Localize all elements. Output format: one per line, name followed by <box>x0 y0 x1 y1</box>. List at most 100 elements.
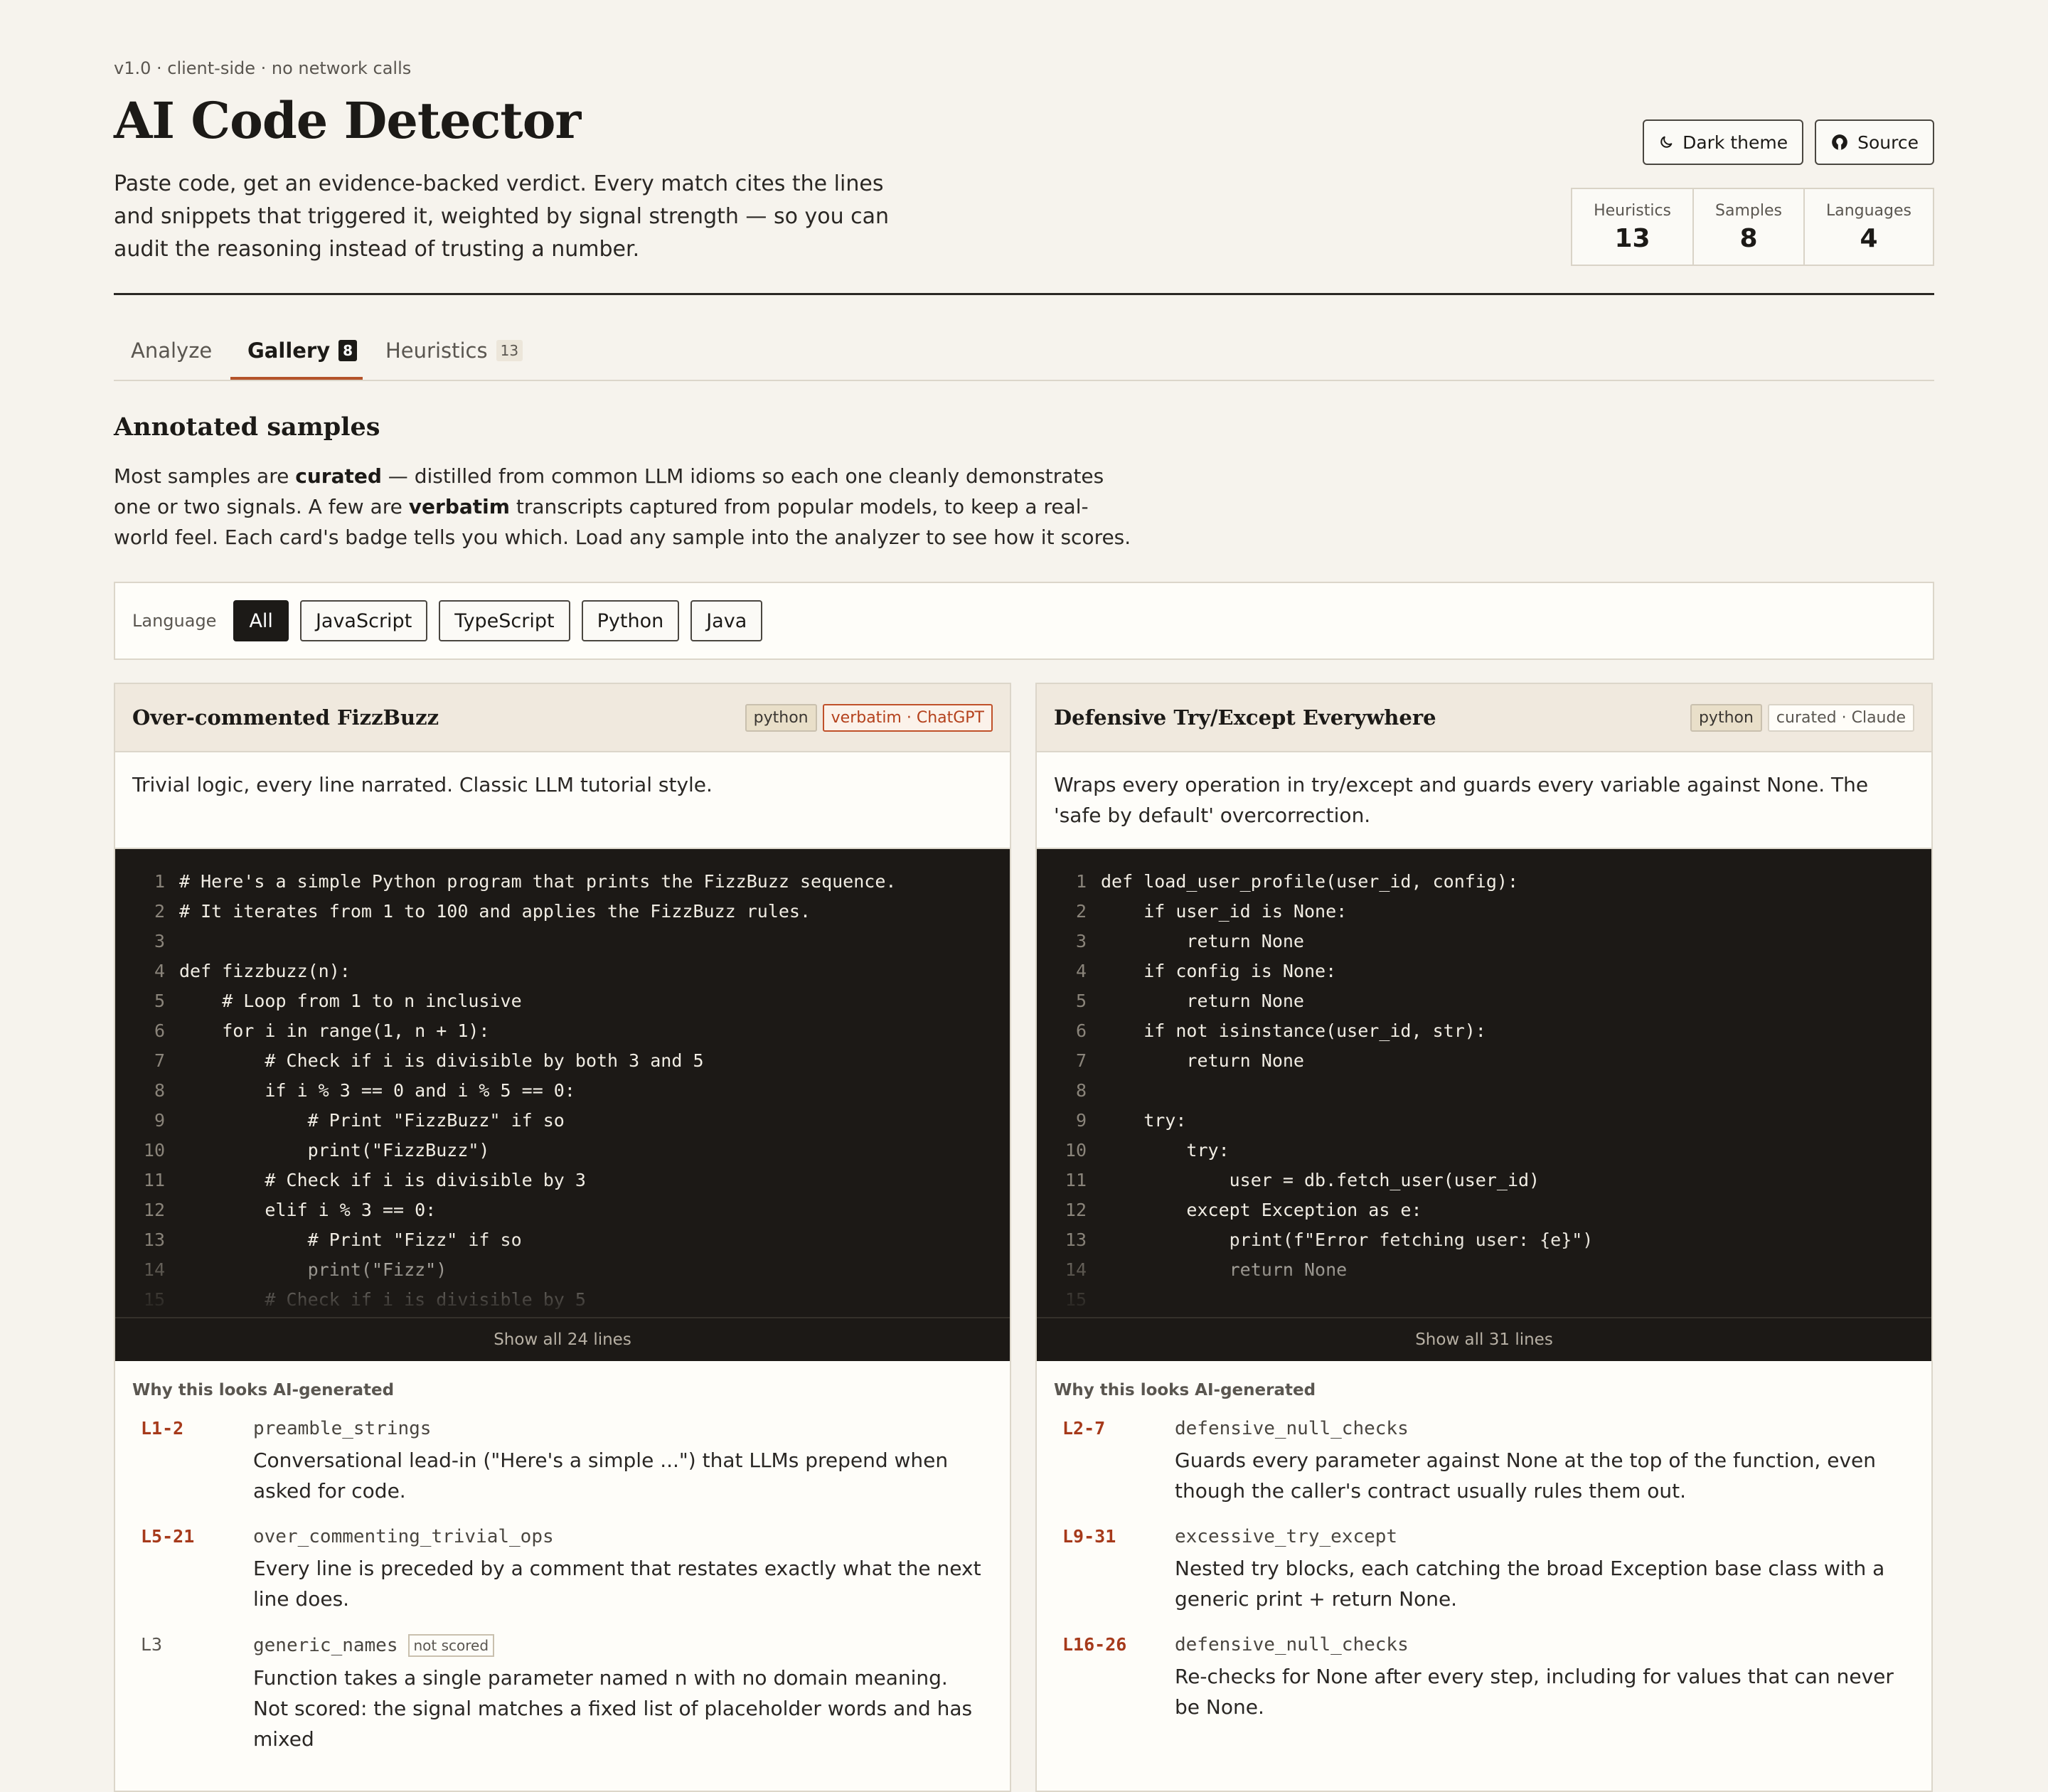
section-description: Most samples are curated — distilled fro… <box>114 461 1138 553</box>
code-line: 2 if user_id is None: <box>1037 896 1931 926</box>
line-number: 4 <box>1075 960 1087 981</box>
stat-value: 13 <box>1614 224 1650 253</box>
line-number: 7 <box>1075 1050 1087 1071</box>
code-line: 9 try: <box>1037 1105 1931 1135</box>
filter-chip-java[interactable]: Java <box>690 600 763 641</box>
language-filter-label: Language <box>132 611 217 631</box>
tab-heuristics[interactable]: Heuristics 13 <box>385 338 523 363</box>
code-line: 10 print("FizzBuzz") <box>115 1135 1010 1165</box>
code-text: print("FizzBuzz") <box>179 1139 490 1161</box>
card-badges: python verbatim · ChatGPT <box>745 703 993 732</box>
code-text: user = db.fetch_user(user_id) <box>1101 1169 1540 1190</box>
stat-languages: Languages 4 <box>1805 189 1933 265</box>
evidence-item: L2-7 defensive_null_checks Guards every … <box>1054 1418 1914 1506</box>
code-text: # Loop from 1 to n inclusive <box>179 990 522 1011</box>
section-title: Annotated samples <box>114 412 380 442</box>
code-line: 9 # Print "FizzBuzz" if so <box>115 1105 1010 1135</box>
moon-icon <box>1658 134 1674 150</box>
code-text: for i in range(1, n + 1): <box>179 1020 490 1041</box>
evidence-heuristic: defensive_null_checks <box>1175 1634 1914 1655</box>
evidence-item: L9-31 excessive_try_except Nested try bl… <box>1054 1526 1914 1614</box>
code-text: if not isinstance(user_id, str): <box>1101 1020 1486 1041</box>
filter-chip-javascript[interactable]: JavaScript <box>299 600 428 641</box>
card-title: Over-commented FizzBuzz <box>132 705 439 730</box>
code-line: 11 user = db.fetch_user(user_id) <box>1037 1165 1931 1195</box>
code-text: except Exception as e: <box>1101 1199 1422 1220</box>
line-number: 12 <box>143 1199 165 1220</box>
evidence-line-range[interactable]: L9-31 <box>1054 1526 1175 1614</box>
code-text: def load_user_profile(user_id, config): <box>1101 870 1518 892</box>
tab-gallery[interactable]: Gallery 8 <box>247 338 358 363</box>
line-number: 2 <box>154 900 165 922</box>
evidence-item: L5-21 over_commenting_trivial_ops Every … <box>132 1526 993 1614</box>
code-line: 12 elif i % 3 == 0: <box>115 1195 1010 1225</box>
dark-theme-button[interactable]: Dark theme <box>1643 119 1804 165</box>
heuristic-name: defensive_null_checks <box>1175 1634 1409 1655</box>
evidence-line-range[interactable]: L3 <box>132 1634 253 1754</box>
filter-chip-typescript[interactable]: TypeScript <box>439 600 570 641</box>
heuristic-name: preamble_strings <box>253 1418 432 1439</box>
line-number: 1 <box>1075 870 1087 892</box>
header-actions: Dark theme Source <box>1643 119 1934 165</box>
show-all-lines-button[interactable]: Show all 31 lines <box>1037 1317 1931 1361</box>
evidence-description: Conversational lead-in ("Here's a simple… <box>253 1449 949 1503</box>
stat-heuristics: Heuristics 13 <box>1572 189 1694 265</box>
line-number: 8 <box>154 1079 165 1101</box>
stats-panel: Heuristics 13 Samples 8 Languages 4 <box>1571 188 1934 266</box>
page-lede: Paste code, get an evidence-backed verdi… <box>114 171 890 262</box>
line-number: 3 <box>154 930 165 951</box>
language-badge: python <box>745 703 817 732</box>
source-button[interactable]: Source <box>1815 119 1934 165</box>
code-line: 11 # Check if i is divisible by 3 <box>115 1165 1010 1195</box>
heuristic-name: excessive_try_except <box>1175 1526 1398 1547</box>
evidence-line-range[interactable]: L5-21 <box>132 1526 253 1614</box>
code-text: # Check if i is divisible by both 3 and … <box>179 1050 704 1071</box>
line-number: 7 <box>154 1050 165 1071</box>
show-all-lines-button[interactable]: Show all 24 lines <box>115 1317 1010 1361</box>
stat-value: 8 <box>1739 224 1758 253</box>
section-desc-text: Most samples are <box>114 464 296 488</box>
stat-value: 4 <box>1860 224 1878 253</box>
stat-label: Heuristics <box>1594 202 1671 220</box>
evidence-heuristic: defensive_null_checks <box>1175 1418 1914 1439</box>
tab-bar: Analyze Gallery 8 Heuristics 13 <box>114 330 1934 381</box>
code-line: 7 # Check if i is divisible by both 3 an… <box>115 1045 1010 1075</box>
code-text: def fizzbuzz(n): <box>179 960 351 981</box>
sample-card-defensive-try-except: Defensive Try/Except Everywhere python c… <box>1035 683 1933 1792</box>
code-fade <box>115 1239 1010 1317</box>
tab-label: Heuristics <box>385 338 488 363</box>
code-fade <box>1037 1239 1931 1317</box>
evidence-description: Re-checks for None after every step, inc… <box>1175 1665 1894 1719</box>
evidence-heuristic: generic_names not scored <box>253 1634 993 1657</box>
code-text: return None <box>1101 990 1304 1011</box>
section-desc-verbatim: verbatim <box>408 495 510 518</box>
line-number: 8 <box>1075 1079 1087 1101</box>
evidence-description: Guards every parameter against None at t… <box>1175 1449 1877 1503</box>
code-text: if config is None: <box>1101 960 1337 981</box>
tab-analyze[interactable]: Analyze <box>131 338 212 363</box>
code-line: 4 def fizzbuzz(n): <box>115 956 1010 986</box>
heuristic-name: generic_names <box>253 1635 398 1656</box>
line-number: 6 <box>1075 1020 1087 1041</box>
line-number: 10 <box>143 1139 165 1161</box>
line-number: 5 <box>1075 990 1087 1011</box>
tab-count-badge: 13 <box>496 340 523 361</box>
code-text: # Print "FizzBuzz" if so <box>179 1109 565 1131</box>
evidence-heuristic: preamble_strings <box>253 1418 993 1439</box>
stat-samples: Samples 8 <box>1694 189 1805 265</box>
tab-label: Gallery <box>247 338 331 363</box>
tab-count-badge: 8 <box>338 340 358 361</box>
filter-chip-all[interactable]: All <box>233 600 289 641</box>
code-line: 3 <box>115 926 1010 956</box>
evidence-line-range[interactable]: L2-7 <box>1054 1418 1175 1506</box>
tab-label: Analyze <box>131 338 213 363</box>
code-line: 6 for i in range(1, n + 1): <box>115 1015 1010 1045</box>
line-number: 6 <box>154 1020 165 1041</box>
line-number: 11 <box>1065 1169 1087 1190</box>
code-block: 1 # Here's a simple Python program that p… <box>115 849 1010 1361</box>
filter-chip-python[interactable]: Python <box>581 600 680 641</box>
github-icon <box>1830 133 1849 151</box>
evidence-line-range[interactable]: L1-2 <box>132 1418 253 1506</box>
evidence-line-range[interactable]: L16-26 <box>1054 1634 1175 1722</box>
line-number: 4 <box>154 960 165 981</box>
